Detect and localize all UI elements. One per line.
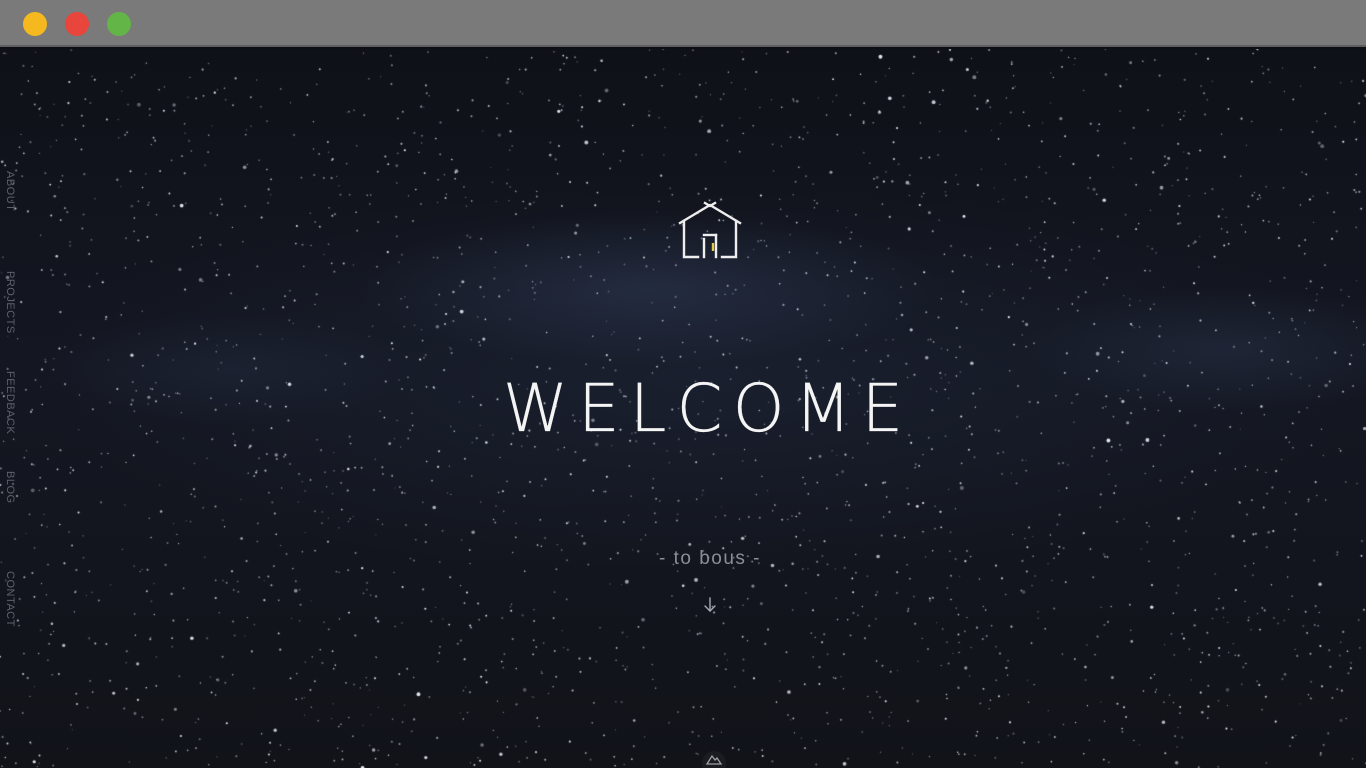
title-bar <box>0 0 1366 47</box>
mountain-icon[interactable] <box>700 747 728 768</box>
hero-subtitle: - to bous - <box>658 548 762 569</box>
arrow-down-icon[interactable] <box>700 595 720 615</box>
hero-title: WELCOME <box>502 370 914 447</box>
side-navigation: ABOUT PROJECTS FEEDBACK BLOG CONTACT <box>4 169 22 649</box>
nav-item-feedback[interactable]: FEEDBACK <box>4 371 16 434</box>
house-icon[interactable] <box>676 199 744 261</box>
nav-item-projects[interactable]: PROJECTS <box>4 271 16 334</box>
maximize-button[interactable] <box>107 12 131 36</box>
close-button[interactable] <box>65 12 89 36</box>
nav-item-about[interactable]: ABOUT <box>4 171 16 211</box>
browser-window: ABOUT PROJECTS FEEDBACK BLOG CONTACT WEL… <box>0 0 1366 768</box>
minimize-button[interactable] <box>23 12 47 36</box>
nav-item-blog[interactable]: BLOG <box>4 471 16 504</box>
nav-item-contact[interactable]: CONTACT <box>4 571 16 627</box>
hero-section: ABOUT PROJECTS FEEDBACK BLOG CONTACT WEL… <box>0 49 1366 768</box>
